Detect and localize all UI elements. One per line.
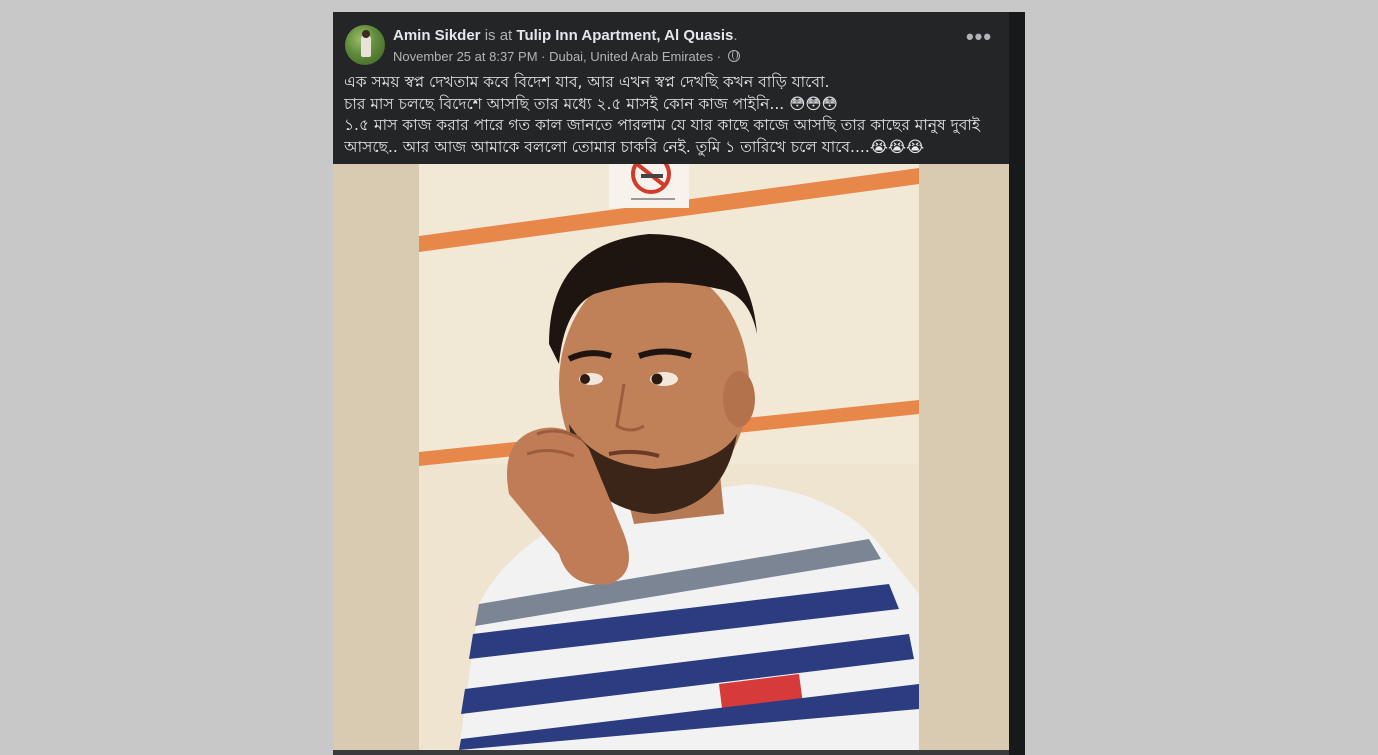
post-place[interactable]: Dubai, United Arab Emirates — [549, 49, 713, 64]
post-text-line: চার মাস চলছে বিদেশে আসছি তার মধ্যে ২.৫ ম… — [344, 94, 838, 113]
post-photo[interactable] — [419, 164, 919, 750]
post-text-line: এক সময় স্বপ্ন দেখতাম কবে বিদেশ যাব, আর … — [344, 73, 830, 91]
person-photo — [419, 164, 919, 750]
post-card: Amin Sikder is at Tulip Inn Apartment, A… — [333, 12, 1009, 755]
post-photo-area — [333, 164, 1009, 755]
subtitle-separator: · — [537, 49, 550, 64]
checkin-connector: is at — [484, 27, 513, 44]
author-avatar[interactable] — [345, 25, 385, 65]
checkin-location[interactable]: Tulip Inn Apartment, Al Quasis — [516, 27, 733, 44]
subtitle-separator-2: · — [713, 49, 725, 64]
post-header: Amin Sikder is at Tulip Inn Apartment, A… — [393, 26, 949, 65]
post-message: এক সময় স্বপ্ন দেখতাম কবে বিদেশ যাব, আর … — [344, 72, 997, 158]
location-suffix: . — [733, 27, 738, 44]
post-subtitle: November 25 at 8:37 PM · Dubai, United A… — [393, 48, 949, 65]
post-header-title: Amin Sikder is at Tulip Inn Apartment, A… — [393, 26, 949, 45]
avatar-figure — [361, 35, 371, 57]
globe-icon[interactable] — [727, 50, 740, 62]
avatar-head — [362, 30, 370, 38]
author-name[interactable]: Amin Sikder — [393, 27, 481, 44]
post-timestamp[interactable]: November 25 at 8:37 PM — [393, 49, 538, 64]
post-text-line: আসছে.. আর আজ আমাকে বললো তোমার চাকরি নেই.… — [344, 137, 925, 156]
right-edge-strip — [1009, 12, 1025, 755]
more-options-icon[interactable]: ••• — [961, 26, 997, 54]
card-bottom-divider — [333, 750, 1009, 755]
post-text-line: ১.৫ মাস কাজ করার পারে গত কাল জানতে পারলা… — [344, 116, 980, 134]
